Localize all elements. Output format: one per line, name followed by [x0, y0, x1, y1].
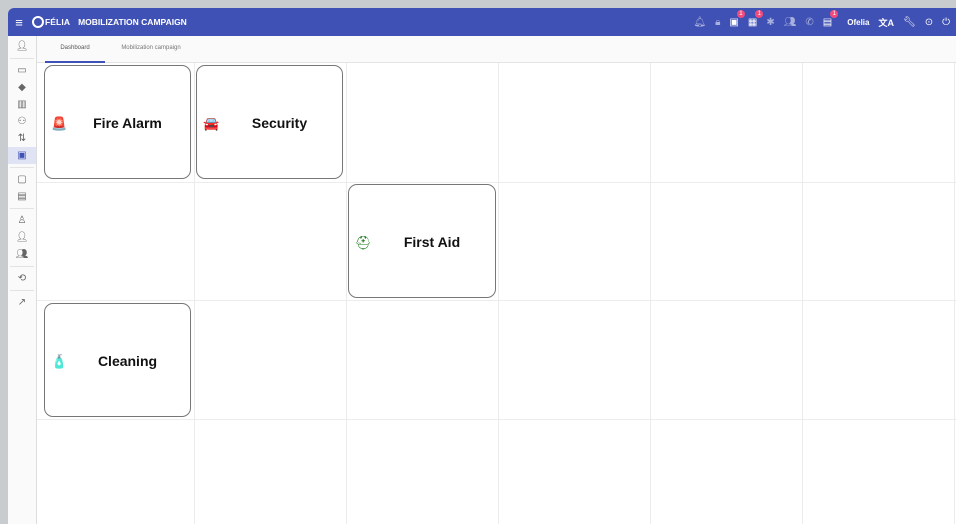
ofelia-logo [32, 16, 44, 28]
dashboard-icon[interactable]: ▣ [8, 147, 36, 164]
tab-dashboard[interactable]: Dashboard [45, 36, 105, 63]
card-title: Security [251, 115, 308, 131]
person-settings-icon[interactable]: ⚇ [8, 113, 36, 130]
calendar-month-icon[interactable]: ▤ [8, 188, 36, 205]
messages-icon[interactable]: ▤ 1 [823, 9, 839, 28]
trending-icon[interactable]: ↗ [8, 294, 36, 311]
grid-line [954, 63, 955, 524]
lock-icon[interactable]: 🔒︎ [715, 17, 720, 28]
top-bar: ≡ FÉLIA MOBILIZATION CAMPAIGN 🔔︎ 🔒︎ ▣ 1 ▦… [8, 8, 956, 36]
running-person-icon[interactable]: ✱ [766, 17, 774, 28]
brand-name: FÉLIA [45, 17, 71, 27]
fire-alarm-card[interactable]: 🚨 Fire Alarm [44, 65, 191, 179]
translate-icon[interactable]: 文A [878, 16, 894, 29]
power-icon[interactable]: ⏻ [942, 17, 950, 28]
grid-line [650, 63, 651, 524]
security-card[interactable]: 🚘 Security [196, 65, 343, 179]
dashboard-grid: 🚨 Fire Alarm 🚘 Security ⛑ First Aid 🧴 Cl… [37, 63, 956, 524]
campaign-title: MOBILIZATION CAMPAIGN [78, 17, 187, 27]
tab-mobilization-campaign[interactable]: Mobilization campaign [111, 36, 191, 61]
grid-line [37, 419, 956, 420]
group-icon[interactable]: 👥︎ [784, 17, 797, 28]
grid-line [37, 182, 956, 183]
divider [10, 208, 34, 209]
cleaning-spray-icon: 🧴 [51, 354, 68, 369]
alert-badge: 1 [830, 9, 839, 18]
route-icon[interactable]: ⇅ [8, 130, 36, 147]
grid-line [498, 63, 499, 524]
alert-badge: 1 [755, 9, 764, 18]
bell-icon[interactable]: 🔔︎ [693, 17, 706, 28]
grid-line [802, 63, 803, 524]
calendar-icon[interactable]: ▭ [8, 62, 36, 79]
security-car-icon: 🚘 [203, 116, 220, 131]
layers-icon[interactable]: ◆ [8, 79, 36, 96]
building-icon[interactable]: ▥ [8, 96, 36, 113]
phone-icon[interactable]: ✆ [805, 17, 813, 28]
card-title: First Aid [403, 234, 461, 250]
history-icon[interactable]: ⟲ [8, 270, 36, 287]
grid-line [37, 300, 956, 301]
person-badge-icon[interactable]: ♙ [8, 212, 36, 229]
calendar-check-icon[interactable]: ▢ [8, 171, 36, 188]
wrench-icon[interactable]: 🔧︎ [903, 17, 916, 28]
username[interactable]: Ofelia [847, 18, 869, 27]
users-icon[interactable]: 👥︎ [8, 246, 36, 263]
grid-alerts-icon[interactable]: ▦ 1 [748, 9, 764, 28]
card-title: Cleaning [97, 353, 158, 369]
grid-line [346, 63, 347, 524]
divider [10, 58, 34, 59]
alert-badge: 1 [736, 9, 745, 18]
menu-icon[interactable]: ≡ [8, 15, 30, 30]
cleaning-card[interactable]: 🧴 Cleaning [44, 303, 191, 417]
fire-alarm-icon: 🚨 [51, 116, 68, 131]
help-icon[interactable]: ⊙ [925, 17, 933, 28]
divider [10, 290, 34, 291]
first-aid-bag-icon: ⛑ [355, 235, 372, 250]
user-icon[interactable]: 👤︎ [8, 229, 36, 246]
divider [10, 167, 34, 168]
sidebar: 👤︎ ▭ ◆ ▥ ⚇ ⇅ ▣ ▢ ▤ ♙ 👤︎ 👥︎ ⟲ ↗ [8, 36, 37, 524]
alerts-window-icon[interactable]: ▣ 1 [729, 9, 745, 28]
app-window: ≡ FÉLIA MOBILIZATION CAMPAIGN 🔔︎ 🔒︎ ▣ 1 ▦… [8, 8, 956, 524]
top-bar-actions: 🔔︎ 🔒︎ ▣ 1 ▦ 1 ✱ 👥︎ ✆ ▤ 1 Ofelia 文A 🔧︎ ⊙ ⏻ [693, 8, 950, 36]
divider [10, 266, 34, 267]
tab-bar: Dashboard Mobilization campaign [37, 36, 956, 63]
person-icon[interactable]: 👤︎ [8, 38, 36, 55]
card-title: Fire Alarm [93, 115, 162, 131]
first-aid-card[interactable]: ⛑ First Aid [348, 184, 496, 298]
grid-line [194, 63, 195, 524]
